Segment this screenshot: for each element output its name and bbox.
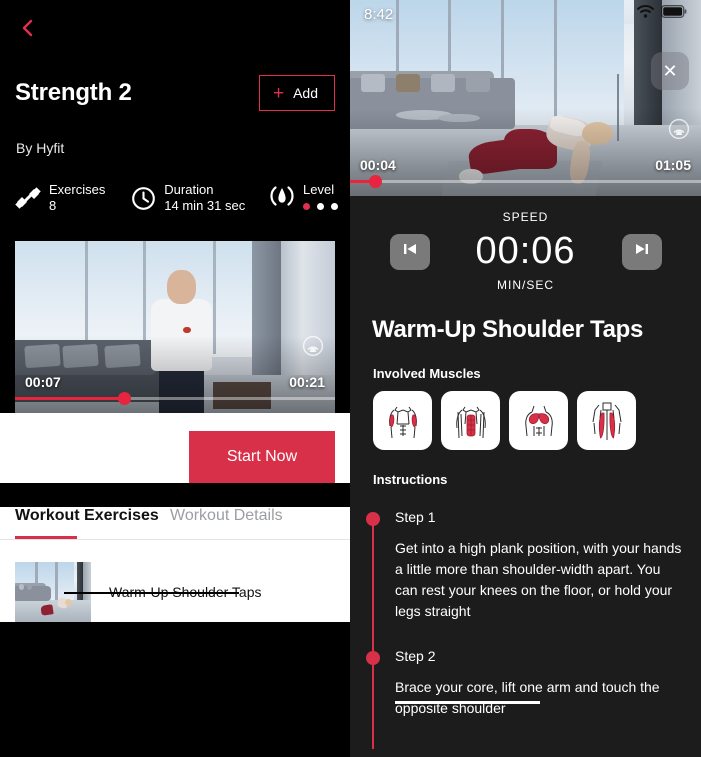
text-selection-line <box>395 701 540 704</box>
list-item[interactable]: Warm-Up Shoulder Taps <box>15 561 335 622</box>
video-gradient-overlay <box>15 240 335 413</box>
workout-preview-video[interactable]: 00:07 00:21 <box>15 240 335 413</box>
video-current-time: 00:07 <box>25 373 61 390</box>
skip-next-icon <box>633 241 651 262</box>
instructions-heading: Instructions <box>373 472 448 487</box>
stat-level-label: Level <box>303 182 335 198</box>
author-line: By Hyfit <box>16 140 65 156</box>
video-total-time: 00:21 <box>289 373 325 390</box>
stat-exercises-text: Exercises 8 <box>49 182 105 215</box>
previous-exercise-button[interactable] <box>389 233 430 270</box>
seek-fill <box>15 396 124 400</box>
dumbbell-icon <box>14 184 42 212</box>
exercise-player-panel: 8:42 <box>350 0 701 757</box>
exercise-title: Warm-Up Shoulder Taps <box>372 316 644 343</box>
add-button-label: Add <box>293 85 318 101</box>
page-title: Strength 2 <box>15 79 132 106</box>
step-dot <box>366 512 380 526</box>
stat-level-text: Level <box>303 182 338 210</box>
muscle-card-quadriceps[interactable] <box>577 391 636 450</box>
instruction-step: Step 1 Get into a high plank position, w… <box>350 509 701 652</box>
level-dot-1 <box>303 202 310 210</box>
airplay-icon[interactable] <box>668 118 690 140</box>
step-label: Step 2 <box>395 648 436 664</box>
stat-duration-text: Duration 14 min 31 sec <box>164 182 245 215</box>
chevron-left-icon[interactable] <box>18 18 38 38</box>
video-gradient-overlay <box>350 0 701 196</box>
video-seek-bar[interactable] <box>350 174 701 188</box>
back-row <box>0 0 350 64</box>
flame-icon <box>268 182 296 210</box>
step-text: Get into a high plank position, with you… <box>395 540 682 619</box>
tab-workout-details[interactable]: Workout Details <box>170 507 283 539</box>
muscle-card-chest[interactable] <box>509 391 568 450</box>
workout-stats: Exercises 8 Duration 14 min 31 sec Level <box>0 182 350 215</box>
stat-duration: Duration 14 min 31 sec <box>129 182 268 215</box>
title-row: Strength 2 + Add <box>0 70 350 116</box>
exercise-name: Warm-Up Shoulder Taps <box>64 584 262 600</box>
level-dot-3 <box>331 202 338 210</box>
next-exercise-button[interactable] <box>621 233 662 270</box>
seek-knob[interactable] <box>368 175 382 188</box>
start-area: Start Now <box>0 412 350 483</box>
tab-active-indicator <box>15 535 77 539</box>
exercise-video[interactable]: 8:42 <box>350 0 701 196</box>
timer-row: 00:06 <box>350 230 701 273</box>
video-current-time: 00:04 <box>360 157 396 173</box>
tab-workout-exercises[interactable]: Workout Exercises <box>15 507 170 539</box>
video-total-time: 01:05 <box>655 157 691 173</box>
drag-indicator-line <box>64 591 239 594</box>
muscle-card-biceps[interactable] <box>373 391 432 450</box>
add-button[interactable]: + Add <box>258 75 335 111</box>
countdown-timer: 00:06 <box>475 230 576 272</box>
involved-muscles-list <box>350 381 701 450</box>
step-text: Brace your core, lift one arm and touch … <box>395 677 685 719</box>
app-screen: Strength 2 + Add By Hyfit Exercises 8 Du… <box>0 0 701 757</box>
stat-exercises: Exercises 8 <box>14 182 129 215</box>
involved-muscles-heading: Involved Muscles <box>373 366 481 381</box>
level-dots <box>303 202 338 210</box>
step-rail <box>372 656 374 749</box>
plus-icon: + <box>272 82 285 104</box>
skip-previous-icon <box>401 241 419 262</box>
stat-exercises-label: Exercises <box>49 182 106 197</box>
stat-duration-label: Duration <box>164 182 214 197</box>
airplay-icon[interactable] <box>302 335 324 357</box>
instruction-steps: Step 1 Get into a high plank position, w… <box>350 487 701 749</box>
workout-detail-panel: Strength 2 + Add By Hyfit Exercises 8 Du… <box>0 0 350 757</box>
stat-exercises-value: 8 <box>49 198 57 214</box>
step-text-content: Brace your core, lift one arm and touch … <box>395 679 660 716</box>
tab-bar: Workout Exercises Workout Details <box>0 506 350 539</box>
start-now-button[interactable]: Start Now <box>189 430 335 483</box>
level-dot-2 <box>317 202 324 210</box>
stat-duration-value: 14 min 31 sec <box>164 198 246 214</box>
stat-level: Level <box>268 182 338 210</box>
step-dot <box>366 651 380 665</box>
muscle-card-abdominals[interactable] <box>441 391 500 450</box>
instruction-step: Step 2 Brace your core, lift one arm and… <box>350 648 701 749</box>
timer-section: SPEED 00:06 MIN/SEC <box>350 196 701 302</box>
step-label: Step 1 <box>395 509 436 525</box>
video-seek-bar[interactable] <box>15 391 335 405</box>
timer-unit-label: MIN/SEC <box>496 278 554 292</box>
seek-knob[interactable] <box>117 391 131 405</box>
exercise-list: Warm-Up Shoulder Taps <box>0 539 350 622</box>
step-rail <box>372 517 374 652</box>
seek-track <box>350 180 701 183</box>
speed-label: SPEED <box>502 210 549 224</box>
clock-icon <box>129 184 157 212</box>
